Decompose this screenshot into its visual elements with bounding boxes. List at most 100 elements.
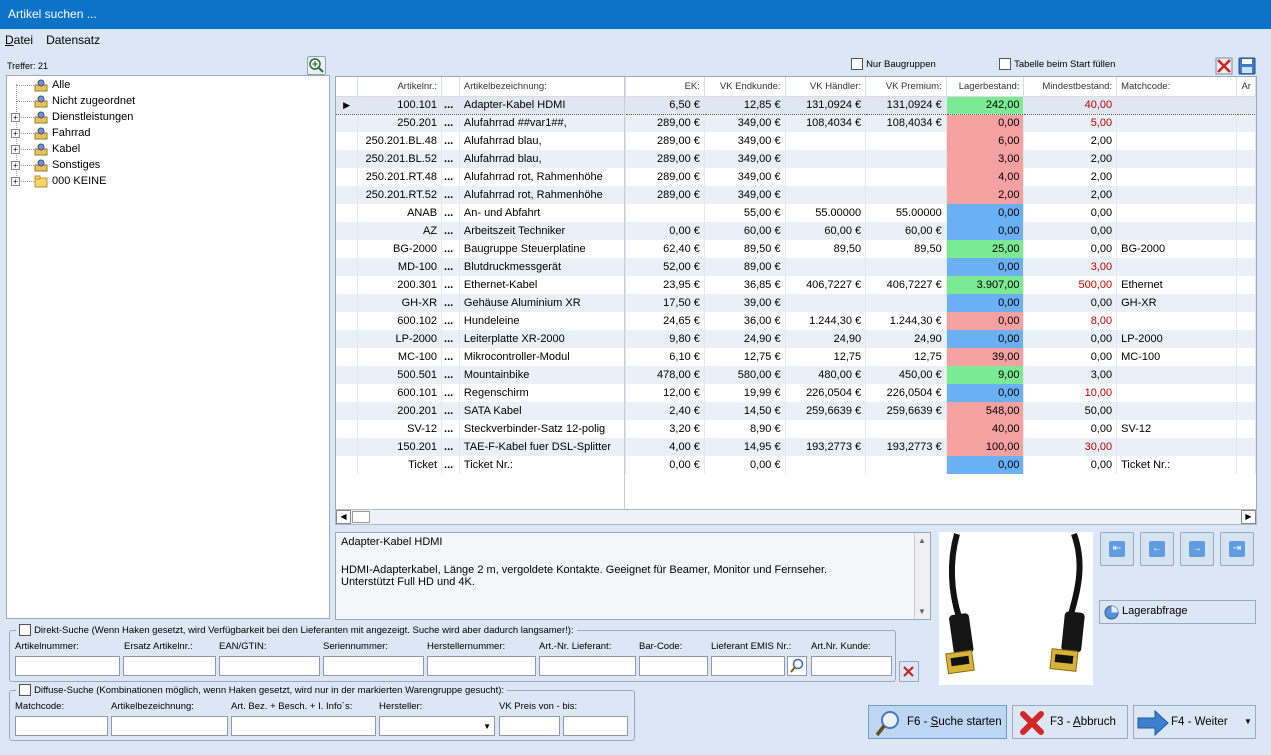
next-record-button[interactable]: → (1180, 532, 1214, 566)
cell-ellipsis-button[interactable]: ... (441, 330, 460, 348)
column-header[interactable]: Artikelbezeichnung: (459, 77, 626, 97)
table-row[interactable]: 250.201... Alufahrrad ##var1##, 289,00 €34… (336, 114, 1256, 132)
table-row[interactable]: 200.301... Ethernet-Kabel 23,95 €36,85 €40… (336, 276, 1256, 294)
cell-ellipsis-button[interactable]: ... (441, 312, 460, 330)
table-row[interactable]: ▶ 100.101... Adapter-Kabel HDMI 6,50 €12,85… (336, 95, 1256, 115)
ersatz-artikelnr-input[interactable] (123, 656, 216, 676)
table-row[interactable]: SV-12... Steckverbinder-Satz 12-polig 3,20… (336, 420, 1256, 438)
option-tabelle-fuellen[interactable]: Tabelle beim Start füllen (999, 58, 1115, 71)
grid-horizontal-scrollbar[interactable]: ◀ ▶ (335, 509, 1257, 525)
cell-ellipsis-button[interactable]: ... (441, 438, 460, 456)
cell-ellipsis-button[interactable]: ... (441, 402, 460, 420)
seriennummer-input[interactable] (323, 656, 424, 676)
cell-ellipsis-button[interactable]: ... (441, 258, 460, 276)
tree-item[interactable]: + Fahrrad (7, 126, 327, 142)
tree-item[interactable]: +000 KEINE (7, 174, 327, 190)
scroll-thumb[interactable] (352, 511, 370, 523)
scroll-down-icon[interactable]: ▼ (918, 607, 926, 616)
tabelle-fuellen-checkbox[interactable] (999, 58, 1011, 71)
table-row[interactable]: 150.201... TAE-F-Kabel fuer DSL-Splitter 4… (336, 438, 1256, 456)
column-header[interactable]: Lagerbestand: (946, 77, 1025, 97)
cell-ellipsis-button[interactable]: ... (441, 294, 460, 312)
vk-preis-von-input[interactable] (499, 716, 560, 736)
cell-ellipsis-button[interactable]: ... (441, 150, 460, 168)
lagerabfrage-button[interactable]: Lagerabfrage (1099, 600, 1256, 624)
lieferant-search-button[interactable] (787, 656, 807, 676)
tree-item[interactable]: + Kabel (7, 142, 327, 158)
tree-item[interactable]: + Sonstiges (7, 158, 327, 174)
dropdown-chevron-icon[interactable]: ▼ (1244, 717, 1252, 726)
cell-ellipsis-button[interactable]: ... (441, 348, 460, 366)
nur-baugruppen-checkbox[interactable] (851, 58, 863, 71)
table-row[interactable]: 600.102... Hundeleine 24,65 €36,00 €1.244,… (336, 312, 1256, 330)
tree-item[interactable]: + Dienstleistungen (7, 110, 327, 126)
column-header[interactable]: VK Händler: (785, 77, 867, 97)
cell-ellipsis-button[interactable]: ... (441, 384, 460, 402)
cell-ellipsis-button[interactable]: ... (441, 240, 460, 258)
first-record-button[interactable]: ⇤ (1100, 532, 1134, 566)
artikelnummer-input[interactable] (15, 656, 120, 676)
cell-ellipsis-button[interactable]: ... (441, 204, 460, 222)
cell-ellipsis-button[interactable]: ... (441, 95, 460, 115)
table-row[interactable]: MD-100... Blutdruckmessgerät 52,00 €89,00 … (336, 258, 1256, 276)
table-row[interactable]: 250.201.RT.52... Alufahrrad rot, Rahmenhö… (336, 186, 1256, 204)
bar-code-input[interactable] (639, 656, 708, 676)
column-header[interactable]: Matchcode: (1116, 77, 1238, 97)
column-header[interactable]: Artikelnr.: (357, 77, 443, 97)
column-header[interactable]: EK: (625, 77, 705, 97)
last-record-button[interactable]: ⇥ (1220, 532, 1254, 566)
art-nr-lieferant-input[interactable] (539, 656, 636, 676)
description-scrollbar[interactable]: ▲ ▼ (914, 533, 930, 619)
table-row[interactable]: AZ... Arbeitszeit Techniker 0,00 €60,00 €6… (336, 222, 1256, 240)
table-row[interactable]: 250.201.BL.52... Alufahrrad blau, 289,00 €… (336, 150, 1256, 168)
menu-datensatz[interactable]: Datensatz (41, 29, 105, 47)
cell-ellipsis-button[interactable]: ... (441, 420, 460, 438)
lieferant-emis-nr-input[interactable] (711, 656, 785, 676)
article-grid[interactable]: Artikelnr.: Artikelbezeichnung: EK: VK Endk… (335, 76, 1257, 510)
column-header[interactable]: Ar (1236, 77, 1256, 97)
cell-ellipsis-button[interactable]: ... (441, 222, 460, 240)
scroll-left-icon[interactable]: ◀ (336, 510, 351, 524)
table-row[interactable]: 250.201.BL.48... Alufahrrad blau, 289,00 €… (336, 132, 1256, 150)
art-nr-kunde-input[interactable] (811, 656, 892, 676)
column-header[interactable]: VK Premium: (865, 77, 947, 97)
ean-gtin-input[interactable] (219, 656, 320, 676)
table-row[interactable]: GH-XR... Gehäuse Aluminium XR 17,50 €39,00… (336, 294, 1256, 312)
search-start-button[interactable]: F6 - Suche starten (868, 705, 1007, 739)
previous-record-button[interactable]: ← (1140, 532, 1174, 566)
table-row[interactable]: 500.501... Mountainbike 478,00 €580,00 €48… (336, 366, 1256, 384)
cell-ellipsis-button[interactable]: ... (441, 114, 460, 132)
zoom-tree-button[interactable] (307, 56, 326, 75)
cell-ellipsis-button[interactable]: ... (441, 456, 460, 474)
matchcode-input[interactable] (15, 716, 108, 736)
option-nur-baugruppen[interactable]: Nur Baugruppen (851, 58, 936, 71)
artikelbezeichnung-input[interactable] (111, 716, 228, 736)
reset-columns-button[interactable] (1215, 57, 1233, 75)
chevron-down-icon[interactable]: ▼ (483, 722, 491, 731)
table-row[interactable]: ANAB... An- und Abfahrt 55,00 €55.00000 55.… (336, 204, 1256, 222)
vk-preis-bis-input[interactable] (563, 716, 628, 736)
column-header[interactable]: Mindestbestand: (1023, 77, 1118, 97)
hersteller-input[interactable]: ▼ (379, 716, 495, 736)
cell-ellipsis-button[interactable]: ... (441, 132, 460, 150)
direkt-suche-checkbox[interactable] (19, 624, 31, 637)
category-tree[interactable]: Alle Nicht zugeordnet + Dienstleistungen + Fa… (6, 75, 330, 619)
column-header[interactable] (336, 77, 359, 97)
cancel-button[interactable]: F3 - Abbruch (1012, 705, 1128, 739)
table-row[interactable]: 600.101... Regenschirm 12,00 €19,99 €226,0… (336, 384, 1256, 402)
article-description[interactable]: Adapter-Kabel HDMI HDMI-Adapterkabel, Lä… (335, 532, 931, 620)
art-bez-besch-info-input[interactable] (231, 716, 376, 736)
next-step-button[interactable]: F4 - Weiter ▼ (1133, 705, 1256, 739)
table-row[interactable]: BG-2000... Baugruppe Steuerplatine 62,40 €… (336, 240, 1256, 258)
save-layout-button[interactable] (1238, 57, 1256, 75)
cell-ellipsis-button[interactable]: ... (441, 276, 460, 294)
herstellernummer-input[interactable] (427, 656, 536, 676)
cell-ellipsis-button[interactable]: ... (441, 186, 460, 204)
cell-ellipsis-button[interactable]: ... (441, 366, 460, 384)
table-row[interactable]: MC-100... Mikrocontroller-Modul 6,10 €12,7… (336, 348, 1256, 366)
clear-direct-search-button[interactable] (899, 661, 919, 682)
table-row[interactable]: 250.201.RT.48... Alufahrrad rot, Rahmenhö… (336, 168, 1256, 186)
column-header[interactable] (441, 77, 460, 97)
scroll-right-icon[interactable]: ▶ (1241, 510, 1256, 524)
tree-item[interactable]: Alle (7, 78, 327, 94)
